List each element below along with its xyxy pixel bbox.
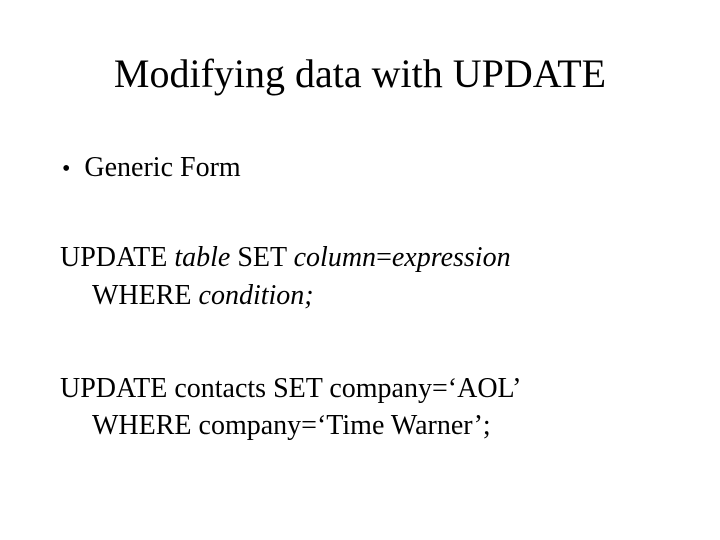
eq-sign: =: [376, 242, 392, 273]
kw-set: SET: [230, 242, 293, 273]
bullet-text: Generic Form: [84, 152, 240, 184]
placeholder-expression: expression: [392, 242, 511, 273]
placeholder-table: table: [174, 242, 230, 273]
example-block: UPDATE contacts SET company=‘AOL’ WHERE …: [60, 370, 660, 446]
bullet-item: • Generic Form: [60, 152, 660, 184]
placeholder-column: column: [294, 242, 376, 273]
kw-update: UPDATE: [60, 242, 174, 273]
bullet-dot-icon: •: [62, 156, 70, 183]
example-line-1: UPDATE contacts SET company=‘AOL’: [60, 370, 660, 408]
example-line-2: WHERE company=‘Time Warner’;: [60, 407, 660, 445]
generic-line-1: UPDATE table SET column=expression: [60, 239, 660, 277]
placeholder-condition: condition;: [199, 280, 314, 311]
generic-line-2: WHERE condition;: [60, 277, 660, 315]
slide-title: Modifying data with UPDATE: [60, 50, 660, 97]
generic-form-block: UPDATE table SET column=expression WHERE…: [60, 239, 660, 315]
kw-where: WHERE: [92, 280, 199, 311]
